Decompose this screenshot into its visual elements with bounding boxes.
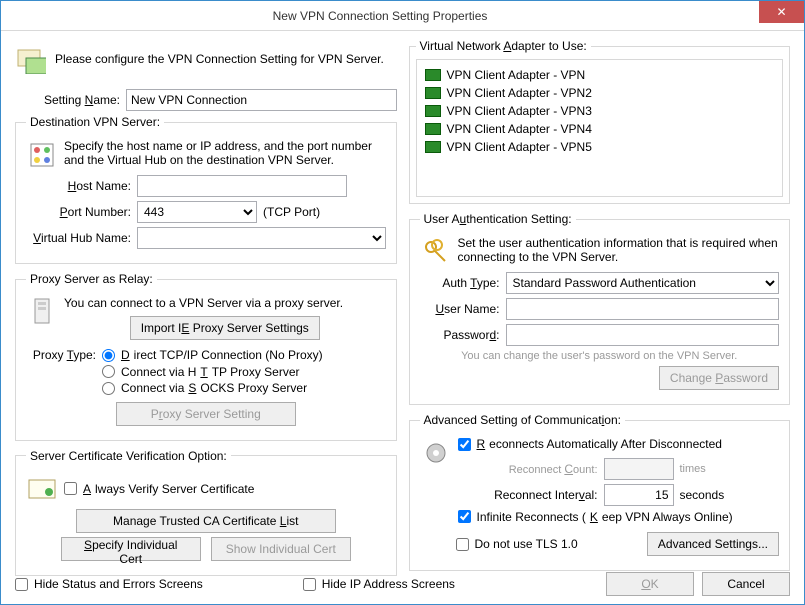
- adapter-legend: Virtual Network Adapter to Use:: [416, 39, 591, 53]
- hub-select[interactable]: [137, 227, 386, 249]
- proxy-setting-button[interactable]: Proxy Server Setting: [116, 402, 296, 426]
- intro-text: Please configure the VPN Connection Sett…: [55, 52, 384, 66]
- destination-group: Destination VPN Server: Specify the host…: [15, 115, 397, 264]
- interval-suffix: seconds: [680, 488, 725, 502]
- count-label: Reconnect Count:: [458, 462, 598, 476]
- import-ie-button[interactable]: Import IE Proxy Server Settings: [130, 316, 320, 340]
- destination-hint: Specify the host name or IP address, and…: [64, 139, 386, 167]
- proxy-hint: You can connect to a VPN Server via a pr…: [64, 296, 386, 310]
- auth-type-select[interactable]: Standard Password Authentication: [506, 272, 780, 294]
- close-button[interactable]: ✕: [759, 1, 804, 23]
- hide-status-checkbox[interactable]: Hide Status and Errors Screens: [15, 577, 203, 591]
- cert-group: Server Certificate Verification Option: …: [15, 449, 397, 576]
- adapter-icon: [425, 141, 441, 153]
- destination-legend: Destination VPN Server:: [26, 115, 164, 129]
- always-verify-checkbox[interactable]: Always Verify Server Certificate: [64, 482, 254, 496]
- cert-icon: [26, 473, 58, 505]
- specify-cert-button[interactable]: Specify Individual Cert: [61, 537, 201, 561]
- list-item[interactable]: VPN Client Adapter - VPN3: [425, 102, 775, 120]
- infinite-checkbox[interactable]: Infinite Reconnects (Keep VPN Always Onl…: [458, 510, 733, 524]
- adapter-icon: [425, 69, 441, 81]
- gear-icon: [420, 437, 452, 469]
- adapter-group: Virtual Network Adapter to Use: VPN Clie…: [409, 39, 791, 204]
- auth-hint: Set the user authentication information …: [458, 236, 780, 264]
- port-label: Port Number:: [26, 205, 131, 219]
- port-select[interactable]: 443: [137, 201, 257, 223]
- cert-legend: Server Certificate Verification Option:: [26, 449, 231, 463]
- list-item[interactable]: VPN Client Adapter - VPN2: [425, 84, 775, 102]
- adapter-icon: [425, 123, 441, 135]
- proxy-icon: [26, 296, 58, 328]
- list-item[interactable]: VPN Client Adapter - VPN: [425, 66, 775, 84]
- user-label: User Name:: [420, 302, 500, 316]
- proxy-legend: Proxy Server as Relay:: [26, 272, 157, 286]
- user-input[interactable]: [506, 298, 780, 320]
- server-icon: [26, 139, 58, 171]
- close-icon: ✕: [776, 5, 786, 19]
- hub-label: Virtual Hub Name:: [26, 231, 131, 245]
- proxy-direct-radio[interactable]: Direct TCP/IP Connection (No Proxy): [102, 348, 323, 362]
- proxy-group: Proxy Server as Relay: You can connect t…: [15, 272, 397, 441]
- manage-ca-button[interactable]: Manage Trusted CA Certificate List: [76, 509, 336, 533]
- auth-legend: User Authentication Setting:: [420, 212, 576, 226]
- pass-input[interactable]: [506, 324, 780, 346]
- proxy-type-label: Proxy Type:: [26, 348, 96, 362]
- interval-input[interactable]: [604, 484, 674, 506]
- adapter-icon: [425, 105, 441, 117]
- proxy-http-radio[interactable]: Connect via HTTP Proxy Server: [102, 365, 300, 379]
- change-password-button[interactable]: Change Password: [659, 366, 779, 390]
- adapter-listbox[interactable]: VPN Client Adapter - VPN VPN Client Adap…: [416, 59, 784, 197]
- hide-ip-checkbox[interactable]: Hide IP Address Screens: [303, 577, 455, 591]
- advanced-group: Advanced Setting of Communication: Recon…: [409, 413, 791, 571]
- pass-label: Password:: [420, 328, 500, 342]
- advanced-settings-button[interactable]: Advanced Settings...: [647, 532, 779, 556]
- count-input[interactable]: [604, 458, 674, 480]
- port-suffix: (TCP Port): [263, 205, 320, 219]
- auth-note: You can change the user's password on th…: [461, 350, 737, 362]
- auth-type-label: Auth Type:: [420, 276, 500, 290]
- adapter-icon: [425, 87, 441, 99]
- setting-name-label: Setting Name:: [15, 93, 120, 107]
- list-item[interactable]: VPN Client Adapter - VPN4: [425, 120, 775, 138]
- advanced-legend: Advanced Setting of Communication:: [420, 413, 625, 427]
- reconnect-auto-checkbox[interactable]: Reconnects Automatically After Disconnec…: [458, 437, 722, 451]
- show-cert-button[interactable]: Show Individual Cert: [211, 537, 351, 561]
- app-icon: [15, 43, 47, 75]
- setting-name-input[interactable]: [126, 89, 397, 111]
- interval-label: Reconnect Interval:: [458, 488, 598, 502]
- no-tls-checkbox[interactable]: Do not use TLS 1.0: [456, 537, 578, 551]
- keys-icon: [420, 236, 452, 268]
- count-suffix: times: [680, 463, 706, 475]
- cancel-button[interactable]: Cancel: [702, 572, 790, 596]
- auth-group: User Authentication Setting: Set the use…: [409, 212, 791, 405]
- list-item[interactable]: VPN Client Adapter - VPN5: [425, 138, 775, 156]
- proxy-socks-radio[interactable]: Connect via SOCKS Proxy Server: [102, 381, 307, 395]
- window-title: New VPN Connection Setting Properties: [1, 9, 759, 23]
- ok-button[interactable]: OK: [606, 572, 694, 596]
- host-label: Host Name:: [26, 179, 131, 193]
- host-input[interactable]: [137, 175, 347, 197]
